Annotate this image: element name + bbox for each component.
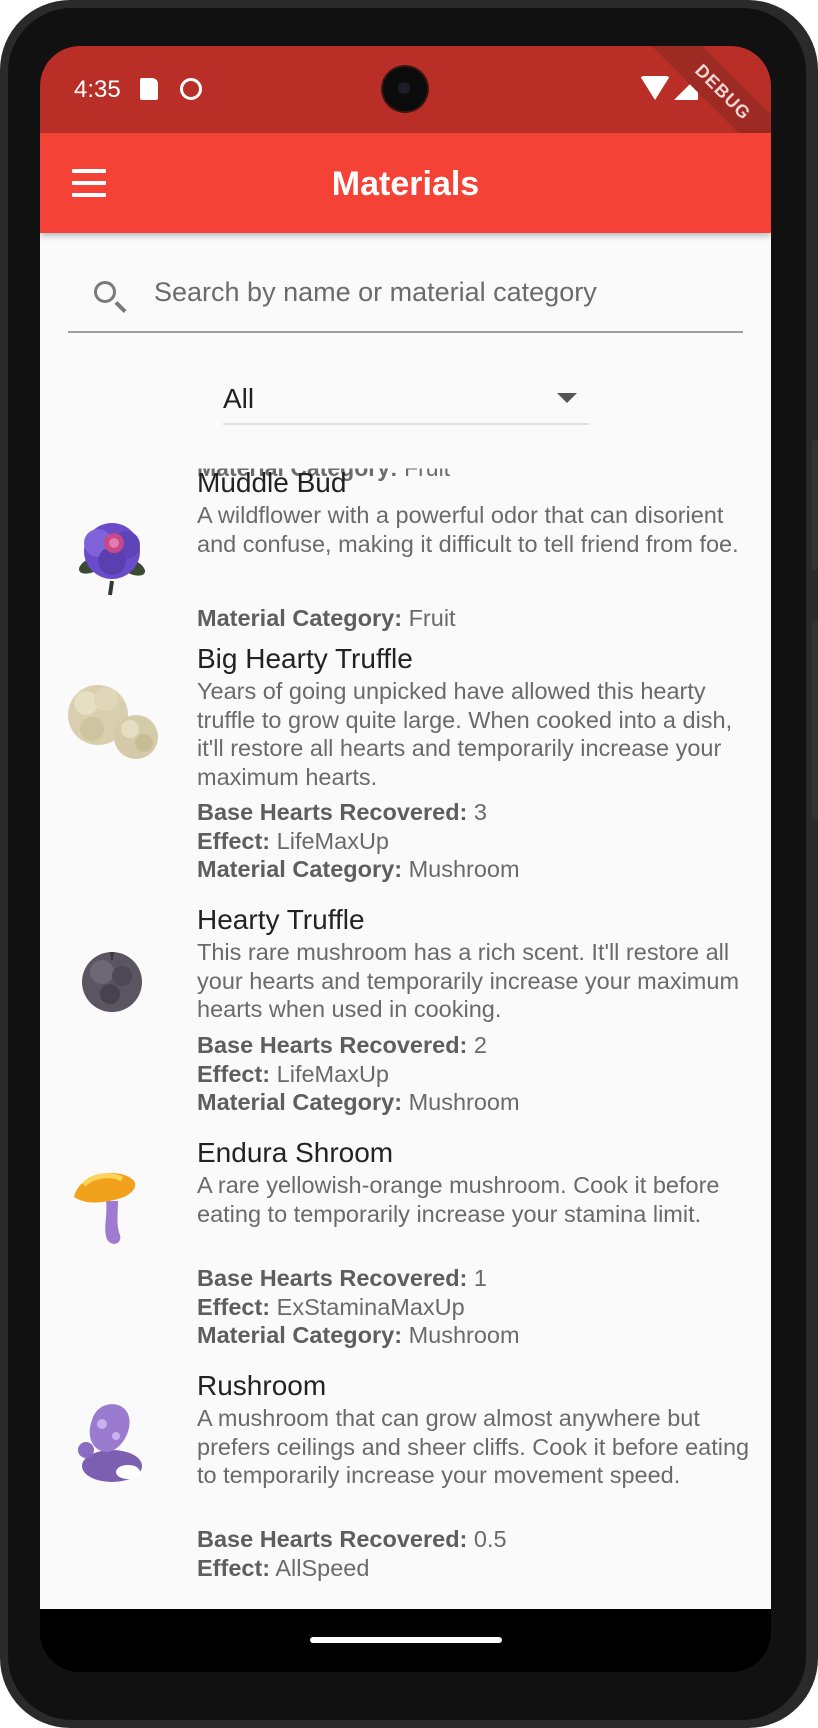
material-attributes: Base Hearts Recovered: 0.5 Effect: AllSp… — [197, 1525, 757, 1582]
attr-value: Mushroom — [408, 856, 520, 882]
attr-row: Base Hearts Recovered: 2 — [197, 1031, 757, 1060]
search-bar — [68, 261, 743, 333]
attr-row: Material Category: Mushroom — [197, 855, 757, 884]
category-filter-dropdown[interactable]: All — [223, 373, 589, 425]
power-button — [812, 620, 818, 820]
volume-button — [812, 440, 818, 570]
hearty-truffle-image — [82, 952, 142, 1012]
attr-value: Mushroom — [408, 1089, 520, 1115]
material-attributes: Material Category: Fruit — [197, 604, 757, 633]
front-camera — [383, 67, 427, 111]
material-attributes: Base Hearts Recovered: 2 Effect: LifeMax… — [197, 1031, 757, 1117]
material-attributes: Base Hearts Recovered: 3 Effect: LifeMax… — [197, 798, 757, 884]
material-description: A mushroom that can grow almost anywhere… — [197, 1405, 750, 1488]
attr-value: 1 — [473, 1265, 487, 1291]
attr-label: Base Hearts Recovered: — [197, 1032, 468, 1058]
list-item-rushroom[interactable]: Rushroom A mushroom that can grow almost… — [40, 1370, 771, 1590]
list-item-endura-shroom[interactable]: Endura Shroom A rare yellowish-orange mu… — [40, 1137, 771, 1350]
attr-value: 0.5 — [473, 1526, 507, 1552]
attr-row: Material Category: Mushroom — [197, 1088, 757, 1117]
big-hearty-truffle-image — [68, 685, 158, 759]
search-icon — [94, 281, 116, 303]
attr-label: Base Hearts Recovered: — [197, 1265, 468, 1291]
app-bar: Materials — [40, 133, 771, 233]
material-name: Big Hearty Truffle — [197, 643, 413, 674]
muddle-bud-image — [78, 523, 146, 596]
attr-label: Effect: — [197, 1060, 271, 1087]
attr-label: Material Category: — [197, 856, 403, 882]
material-attributes: Base Hearts Recovered: 1 Effect: ExStami… — [197, 1264, 757, 1350]
navigation-bar — [40, 1609, 771, 1672]
attr-row: Base Hearts Recovered: 0.5 — [197, 1525, 757, 1554]
attr-label: Material Category: — [197, 1089, 403, 1115]
sd-card-icon — [140, 78, 158, 100]
android-face-icon — [180, 78, 202, 100]
attr-value: Fruit — [408, 605, 456, 631]
material-description: A wildflower with a powerful odor that c… — [197, 502, 739, 557]
attr-row: Effect: ExStaminaMaxUp — [197, 1293, 757, 1322]
attr-label: Effect: — [197, 827, 271, 854]
wifi-icon — [640, 76, 670, 100]
attr-value: ExStaminaMaxUp — [276, 1293, 465, 1320]
attr-label: Material Category: — [197, 1322, 403, 1348]
attr-value: 3 — [473, 799, 487, 825]
list-item-hearty-truffle[interactable]: Hearty Truffle This rare mushroom has a … — [40, 904, 771, 1117]
home-gesture-bar[interactable] — [310, 1637, 502, 1643]
attr-row: Effect: AllSpeed — [197, 1554, 757, 1583]
attr-value: LifeMaxUp — [276, 1060, 389, 1087]
attr-row: Effect: LifeMaxUp — [197, 827, 757, 856]
attr-label: Base Hearts Recovered: — [197, 799, 468, 825]
status-bar: 4:35 DEBUG — [40, 46, 771, 176]
material-name: Muddle Bud — [197, 467, 347, 498]
list-item-big-hearty-truffle[interactable]: Big Hearty Truffle Years of going unpick… — [40, 643, 771, 882]
attr-row: Material Category: Fruit — [197, 604, 757, 633]
attr-label: Effect: — [197, 1554, 271, 1581]
search-input[interactable] — [152, 269, 716, 315]
material-description: A rare yellowish-orange mushroom. Cook i… — [197, 1172, 720, 1227]
status-time: 4:35 — [74, 76, 121, 103]
attr-value: LifeMaxUp — [276, 827, 389, 854]
attr-label: Material Category: — [197, 605, 403, 631]
attr-value: AllSpeed — [275, 1554, 370, 1581]
list-item-muddle-bud[interactable]: Muddle Bud A wildflower with a powerful … — [40, 467, 771, 637]
material-description: This rare mushroom has a rich scent. It'… — [197, 939, 740, 1022]
endura-shroom-image — [74, 1173, 136, 1244]
attr-row: Effect: LifeMaxUp — [197, 1060, 757, 1089]
material-description: Years of going unpicked have allowed thi… — [197, 678, 733, 790]
attr-row: Base Hearts Recovered: 1 — [197, 1264, 757, 1293]
attr-row: Base Hearts Recovered: 3 — [197, 798, 757, 827]
dropdown-arrow-icon — [557, 393, 577, 403]
attr-value: Mushroom — [408, 1322, 520, 1348]
screen: 4:35 DEBUG Materials All Material Catego… — [40, 46, 771, 1672]
material-name: Hearty Truffle — [197, 904, 365, 935]
material-name: Endura Shroom — [197, 1137, 394, 1168]
content-area[interactable]: All Material Category: Fruit — [40, 233, 771, 1609]
rushroom-image — [78, 1404, 142, 1482]
attr-label: Base Hearts Recovered: — [197, 1526, 468, 1552]
attr-label: Effect: — [197, 1293, 271, 1320]
page-title: Materials — [331, 165, 480, 203]
attr-row: Material Category: Mushroom — [197, 1321, 757, 1350]
material-name: Rushroom — [197, 1370, 327, 1401]
dropdown-selected-value: All — [223, 383, 255, 414]
attr-value: 2 — [473, 1032, 487, 1058]
